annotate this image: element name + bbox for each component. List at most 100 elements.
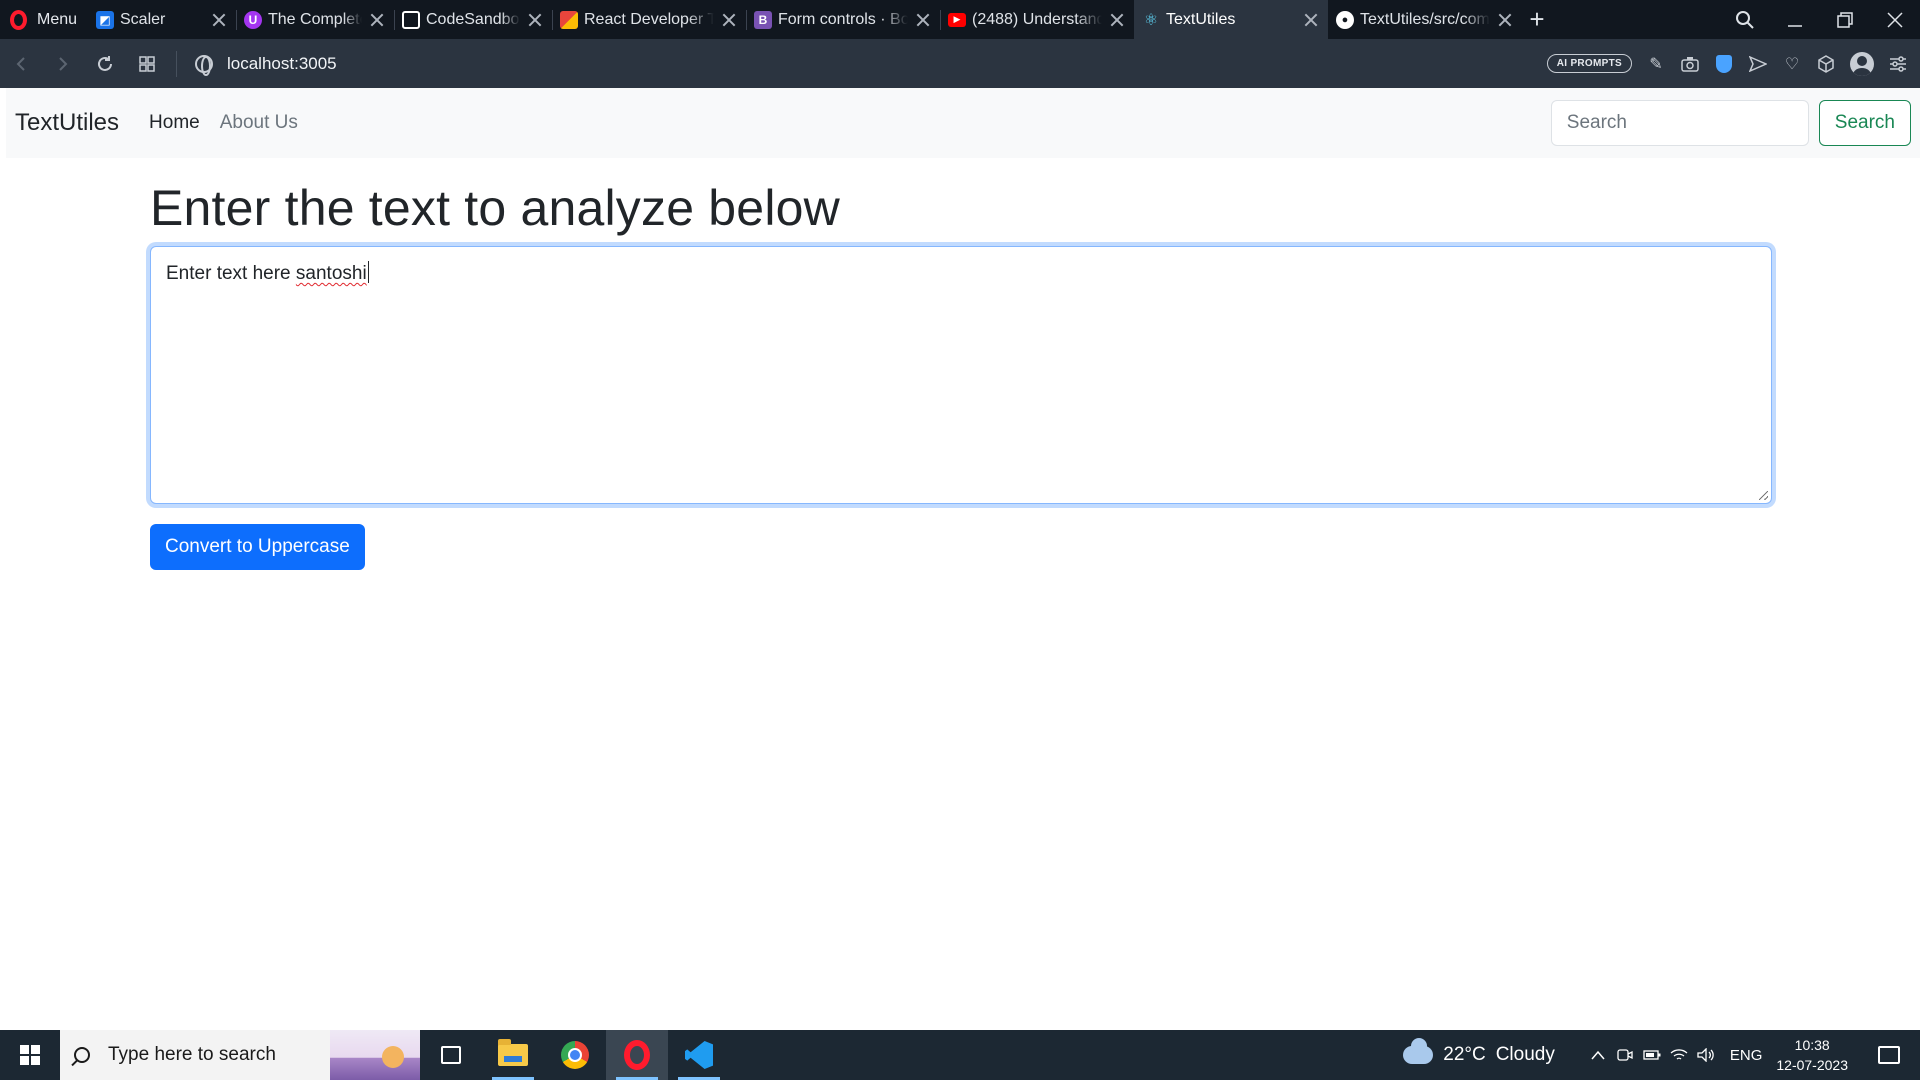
tab-title: (2488) Understanding — [972, 10, 1102, 28]
tab-udemy[interactable]: U The Complete 2023 — [236, 0, 394, 39]
reload-icon[interactable] — [84, 39, 126, 88]
vpn-shield-icon[interactable] — [1714, 54, 1734, 74]
codesandbox-icon — [402, 10, 420, 29]
menu-label: Menu — [37, 10, 78, 28]
close-icon[interactable] — [210, 11, 228, 29]
url-field[interactable]: localhost:3005 — [195, 53, 337, 76]
volume-icon[interactable] — [1693, 1048, 1720, 1062]
tab-github[interactable]: ● TextUtiles/src/components — [1328, 0, 1522, 39]
vscode-icon — [685, 1041, 713, 1069]
tab-title: Form controls · Bootstrap — [778, 10, 908, 28]
weather-temp: 22°C — [1443, 1044, 1486, 1065]
main-container: Enter the text to analyze below Enter te… — [150, 178, 1772, 570]
tab-bootstrap-forms[interactable]: B Form controls · Bootstrap — [746, 0, 940, 39]
github-icon: ● — [1336, 10, 1354, 29]
taskbar-search-placeholder: Type here to search — [108, 1044, 276, 1065]
battery-icon[interactable] — [1639, 1049, 1666, 1061]
web-page: TextUtiles Home About Us Search Enter th… — [6, 88, 1920, 1030]
resize-handle-icon[interactable] — [1759, 491, 1768, 500]
brand-link[interactable]: TextUtiles — [15, 109, 119, 137]
taskbar-chrome[interactable] — [544, 1030, 606, 1080]
start-button[interactable] — [0, 1030, 60, 1080]
taskbar-file-explorer[interactable] — [482, 1030, 544, 1080]
window-controls — [1720, 0, 1920, 39]
convert-uppercase-button[interactable]: Convert to Uppercase — [150, 524, 365, 570]
weather-condition: Cloudy — [1495, 1044, 1555, 1065]
tab-title: CodeSandbox — [426, 10, 520, 28]
close-icon[interactable] — [1302, 11, 1320, 29]
close-icon[interactable] — [1496, 11, 1514, 29]
clock-date: 12-07-2023 — [1776, 1057, 1848, 1073]
divider — [176, 50, 177, 77]
back-icon[interactable] — [0, 39, 42, 88]
edit-icon[interactable]: ✎ — [1646, 54, 1666, 74]
task-view-icon — [441, 1046, 461, 1064]
search-highlight-image — [330, 1030, 420, 1080]
search-icon — [74, 1047, 90, 1063]
close-icon[interactable] — [1108, 11, 1126, 29]
opera-logo-icon — [10, 9, 27, 30]
windows-logo-icon — [20, 1045, 40, 1065]
tab-youtube[interactable]: ▶ (2488) Understanding — [940, 0, 1134, 39]
tab-scaler[interactable]: ◩ Scaler — [88, 0, 236, 39]
tab-search-icon[interactable] — [1720, 0, 1770, 39]
navbar-search-button[interactable]: Search — [1818, 100, 1911, 146]
extensions-cube-icon[interactable] — [1816, 54, 1836, 74]
task-view-button[interactable] — [420, 1030, 482, 1080]
address-bar: localhost:3005 AI PROMPTS ✎ ♡ — [0, 39, 1920, 88]
taskbar-search-box[interactable]: Type here to search — [60, 1030, 420, 1080]
close-icon[interactable] — [914, 11, 932, 29]
taskbar-opera[interactable] — [606, 1030, 668, 1080]
easy-setup-icon[interactable] — [1888, 54, 1908, 74]
tab-title: TextUtiles/src/components — [1360, 10, 1490, 28]
tab-title: TextUtiles — [1166, 10, 1236, 28]
system-tray: 22°C Cloudy ENG 10:38 12-07-2023 — [1403, 1030, 1920, 1080]
camera-icon[interactable] — [1680, 54, 1700, 74]
tab-title: React Developer Tools — [584, 10, 714, 28]
weather-widget[interactable]: 22°C Cloudy — [1403, 1038, 1555, 1066]
ai-prompts-button[interactable]: AI PROMPTS — [1546, 54, 1632, 73]
meet-now-icon[interactable] — [1612, 1048, 1639, 1062]
close-icon[interactable] — [526, 11, 544, 29]
opera-menu-button[interactable]: Menu — [0, 0, 88, 39]
new-tab-button[interactable]: + — [1522, 0, 1552, 39]
close-icon[interactable] — [368, 11, 386, 29]
tab-react-devtools[interactable]: React Developer Tools — [552, 0, 746, 39]
windows-taskbar: Type here to search 22°C Cloudy ENG 10:3… — [0, 1030, 1920, 1080]
youtube-icon: ▶ — [948, 12, 966, 27]
chevron-up-icon[interactable] — [1585, 1050, 1612, 1060]
tab-grid-icon[interactable] — [126, 39, 168, 88]
textarea-text: Enter text here — [166, 263, 296, 284]
close-window-icon[interactable] — [1870, 0, 1920, 39]
minimize-icon[interactable] — [1770, 0, 1820, 39]
nav-home-link[interactable]: Home — [149, 112, 200, 134]
send-icon[interactable] — [1748, 54, 1768, 74]
cloud-icon — [1403, 1038, 1434, 1064]
misspelled-word: santoshi — [295, 263, 367, 284]
wifi-icon[interactable] — [1666, 1048, 1693, 1062]
clock-time: 10:38 — [1794, 1037, 1830, 1053]
navbar-search-input[interactable] — [1550, 100, 1809, 146]
site-navbar: TextUtiles Home About Us Search — [6, 88, 1920, 158]
heart-icon[interactable]: ♡ — [1782, 54, 1802, 74]
taskbar-vscode[interactable] — [668, 1030, 730, 1080]
restore-icon[interactable] — [1820, 0, 1870, 39]
nav-about-link[interactable]: About Us — [220, 112, 298, 134]
input-language[interactable]: ENG — [1730, 1047, 1763, 1064]
react-icon: ⚛ — [1143, 11, 1159, 29]
taskbar-clock[interactable]: 10:38 12-07-2023 — [1776, 1035, 1848, 1075]
chrome-icon — [561, 1041, 589, 1069]
profile-avatar-icon[interactable] — [1850, 51, 1874, 76]
text-input-area[interactable]: Enter text here santoshi — [150, 246, 1772, 504]
close-icon[interactable] — [720, 11, 738, 29]
url-text: localhost:3005 — [227, 53, 337, 73]
browser-tab-strip: Menu ◩ Scaler U The Complete 2023 CodeSa… — [0, 0, 1920, 39]
globe-icon — [195, 54, 213, 76]
tab-codesandbox[interactable]: CodeSandbox — [394, 0, 552, 39]
forward-icon[interactable] — [42, 39, 84, 88]
tab-textutiles[interactable]: ⚛ TextUtiles — [1134, 0, 1328, 39]
text-caret — [367, 261, 369, 283]
chrome-web-store-icon — [560, 10, 578, 29]
navbar-search-form: Search — [1550, 100, 1911, 146]
notifications-icon[interactable] — [1878, 1046, 1900, 1064]
